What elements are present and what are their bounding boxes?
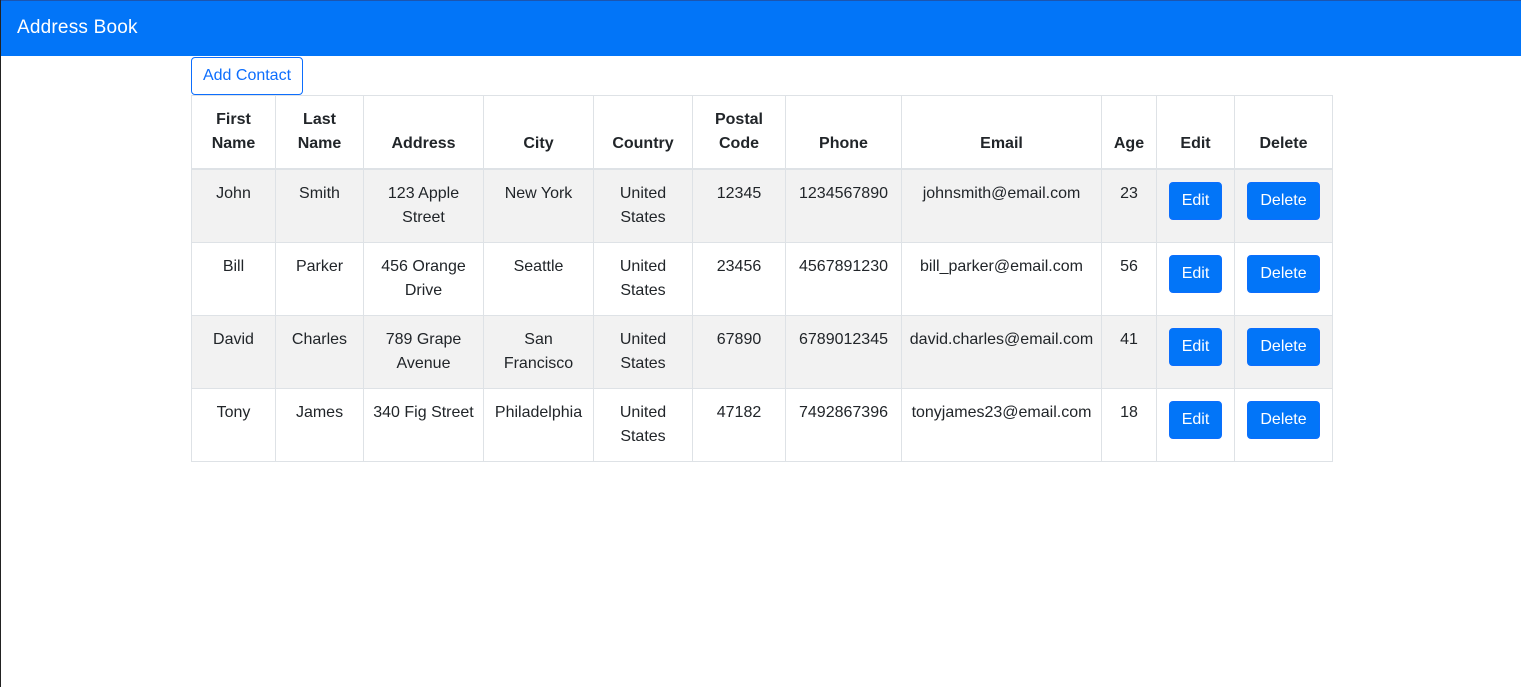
contacts-table: First Name Last Name Address City Countr… bbox=[191, 95, 1333, 462]
cell-last-name: Parker bbox=[275, 241, 364, 316]
edit-button[interactable]: Edit bbox=[1168, 400, 1223, 439]
cell-age: 23 bbox=[1101, 168, 1157, 243]
header-edit: Edit bbox=[1156, 95, 1235, 170]
navbar: Address Book bbox=[1, 0, 1521, 56]
cell-postal-code: 23456 bbox=[692, 241, 786, 316]
edit-button[interactable]: Edit bbox=[1168, 182, 1223, 220]
cell-email: bill_parker@email.com bbox=[901, 241, 1102, 316]
cell-address: 123 Apple Street bbox=[363, 168, 484, 243]
cell-delete: Delete bbox=[1234, 387, 1333, 462]
delete-button[interactable]: Delete bbox=[1247, 182, 1320, 220]
cell-postal-code: 47182 bbox=[692, 387, 786, 462]
cell-delete: Delete bbox=[1234, 241, 1333, 316]
header-email: Email bbox=[901, 95, 1102, 170]
cell-country: United States bbox=[593, 168, 693, 243]
delete-button[interactable]: Delete bbox=[1247, 327, 1320, 366]
header-phone: Phone bbox=[785, 95, 902, 170]
cell-phone: 7492867396 bbox=[785, 387, 902, 462]
edit-button[interactable]: Edit bbox=[1168, 327, 1223, 366]
add-contact-button[interactable]: Add Contact bbox=[191, 57, 303, 95]
cell-address: 789 Grape Avenue bbox=[363, 314, 484, 389]
cell-delete: Delete bbox=[1234, 168, 1333, 243]
cell-last-name: James bbox=[275, 387, 364, 462]
header-address: Address bbox=[363, 95, 484, 170]
cell-country: United States bbox=[593, 314, 693, 389]
header-postal-code: Postal Code bbox=[692, 95, 786, 170]
table-row: Bill Parker 456 Orange Drive Seattle Uni… bbox=[191, 241, 1333, 316]
cell-first-name: Bill bbox=[191, 241, 276, 316]
cell-phone: 6789012345 bbox=[785, 314, 902, 389]
header-last-name: Last Name bbox=[275, 95, 364, 170]
delete-button[interactable]: Delete bbox=[1247, 254, 1320, 293]
header-row: First Name Last Name Address City Countr… bbox=[191, 95, 1333, 170]
cell-first-name: Tony bbox=[191, 387, 276, 462]
cell-edit: Edit bbox=[1156, 241, 1235, 316]
cell-address: 340 Fig Street bbox=[363, 387, 484, 462]
cell-city: New York bbox=[483, 168, 594, 243]
header-country: Country bbox=[593, 95, 693, 170]
cell-edit: Edit bbox=[1156, 168, 1235, 243]
cell-address: 456 Orange Drive bbox=[363, 241, 484, 316]
header-age: Age bbox=[1101, 95, 1157, 170]
cell-city: Philadelphia bbox=[483, 387, 594, 462]
cell-country: United States bbox=[593, 387, 693, 462]
table-row: Tony James 340 Fig Street Philadelphia U… bbox=[191, 387, 1333, 462]
cell-age: 41 bbox=[1101, 314, 1157, 389]
brand-title[interactable]: Address Book bbox=[17, 17, 138, 39]
header-first-name: First Name bbox=[191, 95, 276, 170]
cell-email: johnsmith@email.com bbox=[901, 168, 1102, 243]
cell-edit: Edit bbox=[1156, 387, 1235, 462]
cell-phone: 1234567890 bbox=[785, 168, 902, 243]
delete-button[interactable]: Delete bbox=[1247, 400, 1320, 439]
cell-city: San Francisco bbox=[483, 314, 594, 389]
cell-postal-code: 12345 bbox=[692, 168, 786, 243]
cell-first-name: John bbox=[191, 168, 276, 243]
cell-age: 56 bbox=[1101, 241, 1157, 316]
table-row: David Charles 789 Grape Avenue San Franc… bbox=[191, 314, 1333, 389]
cell-postal-code: 67890 bbox=[692, 314, 786, 389]
cell-phone: 4567891230 bbox=[785, 241, 902, 316]
edit-button[interactable]: Edit bbox=[1168, 254, 1223, 293]
cell-age: 18 bbox=[1101, 387, 1157, 462]
cell-delete: Delete bbox=[1234, 314, 1333, 389]
cell-last-name: Charles bbox=[275, 314, 364, 389]
cell-email: tonyjames23@email.com bbox=[901, 387, 1102, 462]
cell-last-name: Smith bbox=[275, 168, 364, 243]
header-city: City bbox=[483, 95, 594, 170]
table-row: John Smith 123 Apple Street New York Uni… bbox=[191, 168, 1333, 243]
cell-edit: Edit bbox=[1156, 314, 1235, 389]
cell-email: david.charles@email.com bbox=[901, 314, 1102, 389]
cell-first-name: David bbox=[191, 314, 276, 389]
header-delete: Delete bbox=[1234, 95, 1333, 170]
cell-city: Seattle bbox=[483, 241, 594, 316]
cell-country: United States bbox=[593, 241, 693, 316]
